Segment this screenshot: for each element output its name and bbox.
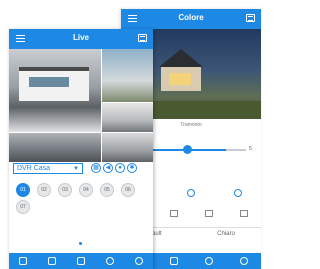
camera-grid: [9, 49, 153, 162]
settings-icon[interactable]: [239, 257, 248, 265]
cast-icon[interactable]: [246, 14, 255, 22]
slider-track-empty[interactable]: [226, 149, 246, 151]
camera-tile[interactable]: [102, 49, 153, 102]
live-screen: Live DVR Casa ▼ ▦ ◀ ● ✱ 01 02 03 04 05 0…: [9, 29, 153, 269]
saturation-icon[interactable]: [233, 189, 242, 197]
slider-knob[interactable]: [183, 145, 192, 154]
capture-icon[interactable]: [204, 257, 213, 265]
live-title: Live: [72, 33, 89, 42]
slider-value: 5: [249, 146, 252, 152]
grid-icon[interactable]: ▦: [91, 163, 101, 173]
channel-button[interactable]: 04: [79, 183, 93, 197]
device-select-value: DVR Casa: [17, 165, 51, 172]
device-controls: DVR Casa ▼ ▦ ◀ ● ✱: [13, 163, 151, 175]
channel-button[interactable]: 01: [16, 183, 30, 197]
preset-icon-4[interactable]: [239, 210, 248, 217]
house-window: [29, 77, 69, 87]
settings-icon[interactable]: [134, 257, 143, 265]
house-roof: [159, 49, 203, 67]
preset-icon-2[interactable]: [169, 210, 178, 217]
layout-icon[interactable]: [76, 257, 85, 265]
channel-list: 01 02 03 04 05 06 07: [16, 183, 151, 214]
control-icons: ▦ ◀ ● ✱: [91, 163, 137, 173]
playback-icon[interactable]: [48, 257, 57, 265]
bright-button[interactable]: Chiaro: [191, 228, 261, 237]
channel-button[interactable]: 06: [121, 183, 135, 197]
camera-tile[interactable]: [102, 103, 153, 132]
camera-tile[interactable]: [102, 133, 153, 162]
channel-button[interactable]: 05: [100, 183, 114, 197]
capture-icon[interactable]: ●: [115, 163, 125, 173]
device-select[interactable]: DVR Casa ▼: [13, 163, 83, 174]
color-header: Colore: [121, 9, 261, 29]
cast-icon[interactable]: [138, 34, 147, 42]
live-bottom-bar: [9, 253, 153, 269]
playback-icon[interactable]: ◀: [103, 163, 113, 173]
preset-icon-3[interactable]: [204, 210, 213, 217]
house-window: [169, 73, 191, 85]
channel-button[interactable]: 02: [37, 183, 51, 197]
camera-tile[interactable]: [9, 133, 101, 162]
camera-tile[interactable]: [9, 49, 101, 132]
settings-icon[interactable]: ✱: [127, 163, 137, 173]
grid-icon[interactable]: [19, 257, 28, 265]
chevron-down-icon: ▼: [73, 166, 79, 172]
channel-button[interactable]: 03: [58, 183, 72, 197]
contrast-icon[interactable]: [186, 189, 195, 197]
live-header: Live: [9, 29, 153, 49]
capture-icon[interactable]: [105, 257, 114, 265]
playback-icon[interactable]: [169, 257, 178, 265]
channel-button[interactable]: 07: [16, 200, 30, 214]
color-title: Colore: [178, 13, 204, 22]
page-indicator: [79, 242, 82, 245]
